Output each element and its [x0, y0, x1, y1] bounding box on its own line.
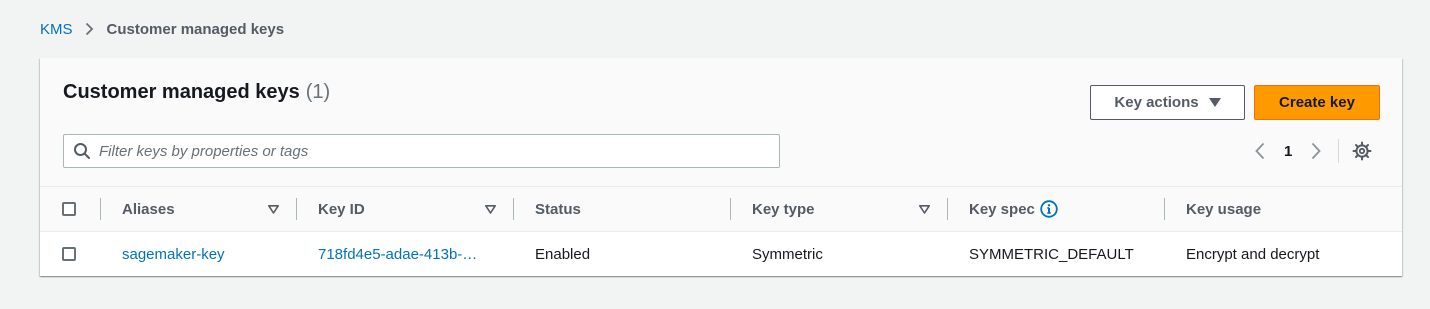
page-number[interactable]: 1 — [1284, 143, 1292, 160]
column-header-key-id[interactable]: Key ID — [318, 187, 365, 231]
column-header-status: Status — [535, 200, 581, 218]
column-separator — [947, 198, 948, 220]
page-title-text: Customer managed keys — [63, 81, 300, 103]
column-separator — [100, 198, 101, 220]
column-header-aliases[interactable]: Aliases — [122, 187, 175, 231]
column-header-key-usage: Key usage — [1186, 200, 1262, 218]
select-all-checkbox[interactable] — [62, 202, 76, 216]
row-select-cell — [62, 232, 76, 276]
pagination: 1 — [1250, 138, 1372, 164]
keys-table-panel: Customer managed keys (1) Key actions Cre… — [40, 58, 1402, 276]
pager-divider — [1338, 139, 1340, 163]
table-header: Aliases Key ID Status Key type Key spec … — [40, 187, 1402, 232]
key-type-value: Symmetric — [752, 245, 823, 263]
alias-link[interactable]: sagemaker-key — [122, 232, 225, 276]
column-header-key-spec: Key spec — [969, 187, 1058, 231]
breadcrumb: KMS Customer managed keys — [40, 18, 284, 40]
key-usage-value: Encrypt and decrypt — [1186, 245, 1320, 263]
select-all-cell — [62, 187, 76, 231]
sort-caret-icon[interactable] — [919, 187, 930, 231]
page-title: Customer managed keys (1) — [63, 81, 330, 104]
caret-down-icon — [1208, 97, 1221, 108]
key-spec-value: SYMMETRIC_DEFAULT — [969, 245, 1134, 263]
create-key-button[interactable]: Create key — [1254, 85, 1380, 120]
create-key-label: Create key — [1279, 94, 1355, 111]
key-id-link[interactable]: 718fd4e5-adae-413b-… — [318, 232, 477, 276]
column-separator — [296, 198, 297, 220]
key-actions-label: Key actions — [1114, 94, 1199, 111]
key-actions-button[interactable]: Key actions — [1090, 85, 1245, 120]
key-count: (1) — [305, 81, 331, 103]
row-checkbox[interactable] — [62, 247, 76, 261]
filter-field[interactable] — [63, 134, 780, 168]
chevron-right-icon[interactable] — [1306, 142, 1326, 160]
breadcrumb-current: Customer managed keys — [106, 20, 285, 38]
gear-icon[interactable] — [1352, 141, 1372, 161]
chevron-right-icon — [85, 22, 94, 36]
sort-caret-icon[interactable] — [268, 187, 279, 231]
search-icon — [73, 142, 91, 160]
chevron-left-icon[interactable] — [1250, 142, 1270, 160]
sort-caret-icon[interactable] — [485, 187, 496, 231]
table-row: sagemaker-key 718fd4e5-adae-413b-… Enabl… — [40, 232, 1402, 276]
filter-input[interactable] — [99, 142, 759, 160]
column-header-key-type[interactable]: Key type — [752, 187, 815, 231]
status-value: Enabled — [535, 245, 591, 263]
panel-header: Customer managed keys (1) Key actions Cre… — [40, 58, 1402, 187]
breadcrumb-link-kms[interactable]: KMS — [40, 21, 73, 38]
column-separator — [513, 198, 514, 220]
column-separator — [730, 198, 731, 220]
column-separator — [1164, 198, 1165, 220]
info-icon[interactable] — [1040, 200, 1058, 218]
key-spec-label: Key spec — [969, 200, 1035, 218]
